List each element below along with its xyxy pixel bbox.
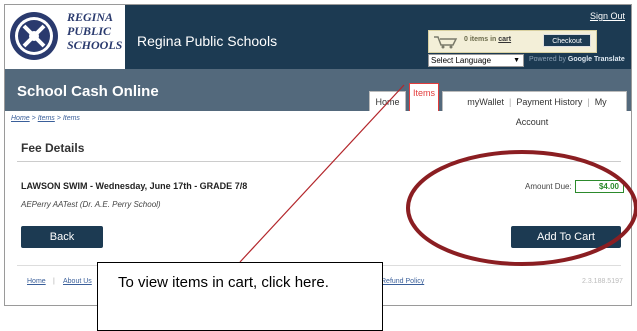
logo-word-public: PUBLIC [67,24,112,38]
tab-payment-history[interactable]: Payment History [511,97,587,107]
breadcrumb-current: Items [62,115,80,122]
main-nav-bar: School Cash Online Home Items myWallet | P… [5,69,631,127]
breadcrumb-separator: > [56,115,61,122]
version-number: 2.3.188.5197 [582,278,623,285]
logo-word-schools: SCHOOLS [67,38,123,52]
page-title: Fee Details [21,141,85,155]
tab-group: myWallet | Payment History | My Account [442,91,627,127]
chevron-down-icon: ▼ [513,57,520,64]
footer-about-link[interactable]: About Us [63,278,92,285]
browser-viewport: REGINA PUBLIC SCHOOLS Regina Public Scho… [4,4,632,306]
logo-word-regina: REGINA [67,10,114,24]
cart-link[interactable]: cart [498,36,511,43]
tab-mywallet[interactable]: myWallet [462,97,509,107]
breadcrumb-items[interactable]: Items [38,115,55,122]
language-select[interactable]: Select Language ▼ [428,54,524,67]
school-logo[interactable]: REGINA PUBLIC SCHOOLS [5,5,125,69]
app-title: School Cash Online [17,83,159,100]
page: REGINA PUBLIC SCHOOLS Regina Public Scho… [0,0,637,331]
cart-count-label: 0 items in [464,36,497,43]
footer-home-link[interactable]: Home [27,278,46,285]
language-select-value: Select Language [431,56,492,65]
breadcrumb: Home > Items > Items [11,115,80,122]
powered-by-label: Powered by [529,56,566,63]
translate-label: Translate [594,56,625,63]
cart-count-text: 0 items in cart [464,36,511,43]
title-divider [17,161,621,162]
google-logo-text: Google [567,56,593,63]
fee-item-title: LAWSON SWIM - Wednesday, June 17th - GRA… [21,181,248,191]
cart-summary: 0 items in cart Checkout [428,30,597,53]
back-button[interactable]: Back [21,226,103,248]
amount-due-value: $4.00 [575,180,624,193]
amount-due-label: Amount Due: [525,182,572,191]
google-translate-credit: Powered by Google Translate [529,56,625,63]
fee-item-school: AEPerry AATest (Dr. A.E. Perry School) [21,200,161,209]
shopping-cart-icon[interactable] [433,35,459,49]
tab-home[interactable]: Home [369,91,406,111]
footer-separator: | [53,278,55,285]
sign-out-link[interactable]: Sign Out [590,11,625,21]
annotation-callout: To view items in cart, click here. [97,262,383,331]
footer-refund-policy-link[interactable]: Refund Policy [381,278,424,285]
school-seal-icon [10,12,58,60]
site-title: Regina Public Schools [137,33,278,49]
breadcrumb-separator: > [31,115,36,122]
add-to-cart-button[interactable]: Add To Cart [511,226,621,248]
tab-items[interactable]: Items [409,83,439,111]
site-header: REGINA PUBLIC SCHOOLS Regina Public Scho… [5,5,631,69]
checkout-button[interactable]: Checkout [543,34,591,47]
breadcrumb-home[interactable]: Home [11,115,30,122]
